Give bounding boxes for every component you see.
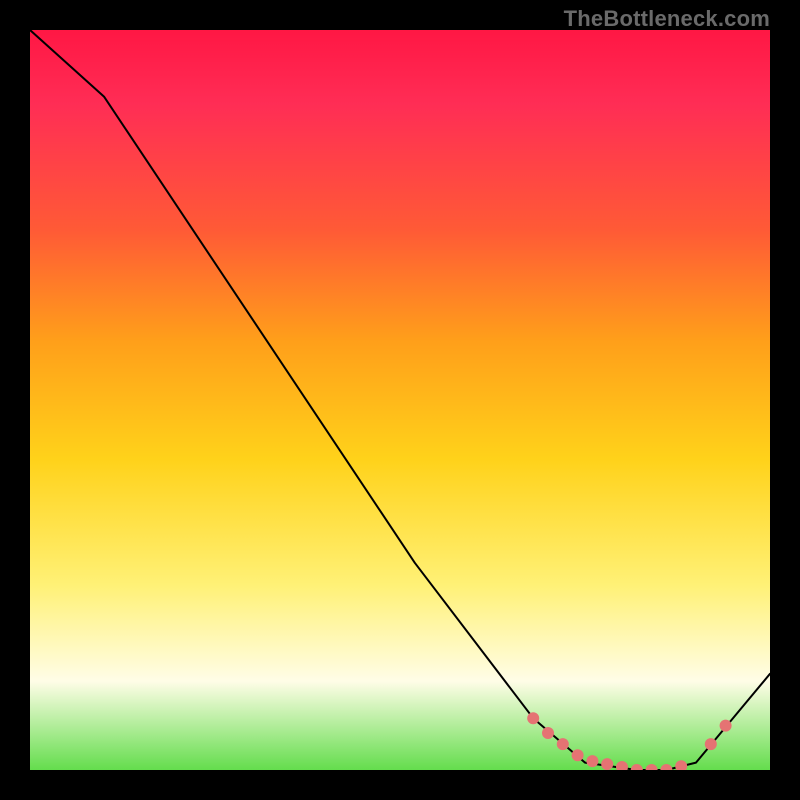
curve-dot: [542, 727, 554, 739]
curve-markers: [527, 712, 731, 770]
chart-stage: TheBottleneck.com: [0, 0, 800, 800]
curve-dot: [646, 764, 658, 770]
curve-dot: [601, 758, 613, 770]
curve-dot: [572, 749, 584, 761]
curve-dot: [660, 764, 672, 770]
curve-dot: [705, 738, 717, 750]
watermark-text: TheBottleneck.com: [564, 6, 770, 32]
curve-dot: [675, 760, 687, 770]
curve-dot: [616, 761, 628, 770]
curve-dot: [720, 720, 732, 732]
curve-dot: [586, 755, 598, 767]
curve-dot: [557, 738, 569, 750]
curve-dot: [631, 764, 643, 770]
plot-area: [30, 30, 770, 770]
chart-overlay: [30, 30, 770, 770]
bottleneck-curve: [30, 30, 770, 770]
curve-dot: [527, 712, 539, 724]
